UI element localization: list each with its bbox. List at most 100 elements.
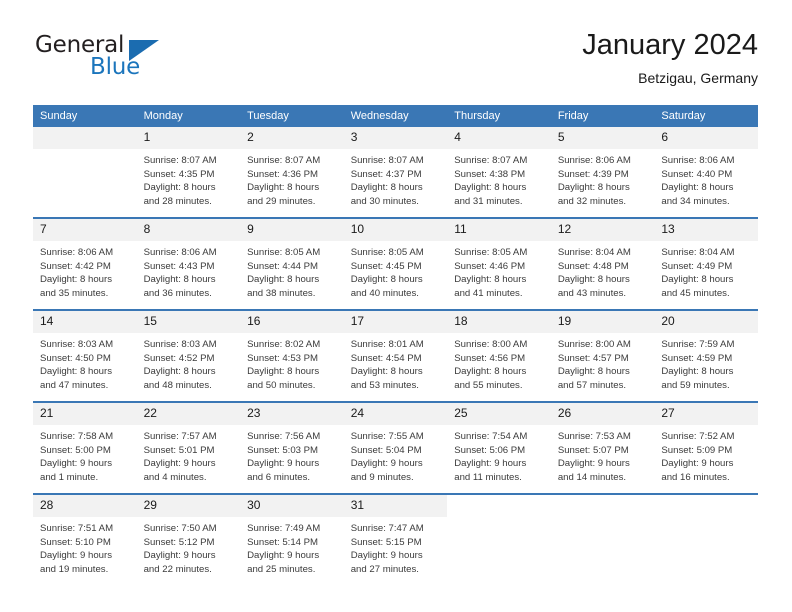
calendar-day-cell[interactable]: 5 Sunrise: 8:06 AM Sunset: 4:39 PM Daylight… xyxy=(550,127,655,218)
daylight-text-line2: and 47 minutes. xyxy=(40,379,109,391)
calendar-week-row: 7 Sunrise: 8:06 AM Sunset: 4:42 PM Daylight… xyxy=(33,217,758,310)
calendar-header-row: Sunday Monday Tuesday Wednesday Thursday Frid… xyxy=(33,105,758,127)
day-number: 6 xyxy=(654,127,758,149)
day-details: Sunrise: 8:06 AM Sunset: 4:43 PM Daylight:… xyxy=(137,241,241,309)
page-title: January 2024 xyxy=(582,29,758,61)
day-details: Sunrise: 8:03 AM Sunset: 4:50 PM Daylight:… xyxy=(33,333,137,401)
sunrise-text: Sunrise: 7:50 AM xyxy=(143,523,217,534)
sunrise-text: Sunrise: 8:03 AM xyxy=(143,339,217,350)
sunset-text: Sunset: 5:10 PM xyxy=(40,536,111,548)
daylight-text-line2: and 30 minutes. xyxy=(350,195,419,207)
sunrise-text: Sunrise: 8:01 AM xyxy=(350,339,424,350)
calendar-day-cell[interactable]: 16 Sunrise: 8:02 AM Sunset: 4:53 PM Dayligh… xyxy=(240,309,344,402)
calendar-day-cell[interactable]: 27 Sunrise: 7:52 AM Sunset: 5:09 PM Dayligh… xyxy=(654,401,758,494)
sunrise-text: Sunrise: 8:05 AM xyxy=(454,247,528,258)
weekday-header-monday: Monday xyxy=(136,105,241,127)
daylight-text-line1: Daylight: 9 hours xyxy=(143,550,216,562)
day-details: Sunrise: 7:56 AM Sunset: 5:03 PM Daylight:… xyxy=(240,425,344,493)
daylight-text-line2: and 55 minutes. xyxy=(454,379,523,391)
daylight-text-line1: Daylight: 9 hours xyxy=(350,458,423,470)
day-number: 18 xyxy=(447,311,551,333)
daylight-text-line2: and 16 minutes. xyxy=(661,471,730,483)
day-details: Sunrise: 7:54 AM Sunset: 5:06 PM Daylight:… xyxy=(447,425,551,493)
calendar-day-cell[interactable]: 10 Sunrise: 8:05 AM Sunset: 4:45 PM Dayligh… xyxy=(343,217,448,310)
day-number xyxy=(447,495,551,517)
day-details: Sunrise: 8:00 AM Sunset: 4:57 PM Daylight:… xyxy=(551,333,655,401)
calendar-day-cell[interactable]: 22 Sunrise: 7:57 AM Sunset: 5:01 PM Dayligh… xyxy=(136,401,241,494)
calendar-day-cell[interactable]: 9 Sunrise: 8:05 AM Sunset: 4:44 PM Daylight… xyxy=(240,217,344,310)
calendar-day-cell[interactable]: 6 Sunrise: 8:06 AM Sunset: 4:40 PM Daylight… xyxy=(654,127,758,218)
daylight-text-line1: Daylight: 8 hours xyxy=(143,274,216,286)
calendar-day-cell[interactable]: 21 Sunrise: 7:58 AM Sunset: 5:00 PM Dayligh… xyxy=(33,401,137,494)
daylight-text-line1: Daylight: 8 hours xyxy=(454,274,527,286)
daylight-text-line2: and 27 minutes. xyxy=(350,563,419,575)
calendar-day-cell[interactable]: 23 Sunrise: 7:56 AM Sunset: 5:03 PM Dayligh… xyxy=(240,401,344,494)
calendar-day-cell[interactable]: 8 Sunrise: 8:06 AM Sunset: 4:43 PM Daylight… xyxy=(136,217,241,310)
calendar-day-cell[interactable]: 26 Sunrise: 7:53 AM Sunset: 5:07 PM Dayligh… xyxy=(550,401,655,494)
daylight-text-line1: Daylight: 8 hours xyxy=(350,182,423,194)
calendar-day-cell[interactable]: 25 Sunrise: 7:54 AM Sunset: 5:06 PM Dayligh… xyxy=(447,401,551,494)
sunrise-text: Sunrise: 8:06 AM xyxy=(40,247,114,258)
daylight-text-line1: Daylight: 9 hours xyxy=(40,550,112,562)
day-number: 5 xyxy=(550,127,655,149)
daylight-text-line2: and 59 minutes. xyxy=(661,379,730,391)
day-details xyxy=(447,517,551,585)
sunset-text: Sunset: 4:59 PM xyxy=(661,352,733,364)
day-details: Sunrise: 8:05 AM Sunset: 4:46 PM Daylight:… xyxy=(447,241,551,309)
daylight-text-line1: Daylight: 8 hours xyxy=(454,182,527,194)
generalblue-logo[interactable]: General Blue xyxy=(33,32,263,88)
calendar-day-cell[interactable]: 18 Sunrise: 8:00 AM Sunset: 4:56 PM Dayligh… xyxy=(447,309,551,402)
daylight-text-line1: Daylight: 8 hours xyxy=(247,366,320,378)
calendar-day-cell[interactable]: 29 Sunrise: 7:50 AM Sunset: 5:12 PM Dayligh… xyxy=(136,493,241,585)
daylight-text-line1: Daylight: 8 hours xyxy=(143,366,216,378)
sunset-text: Sunset: 4:50 PM xyxy=(40,352,111,364)
sunset-text: Sunset: 4:36 PM xyxy=(247,168,319,180)
daylight-text-line2: and 35 minutes. xyxy=(40,287,109,299)
sunrise-text: Sunrise: 7:58 AM xyxy=(40,431,114,442)
day-number: 11 xyxy=(447,219,551,241)
day-details: Sunrise: 8:05 AM Sunset: 4:45 PM Daylight:… xyxy=(344,241,448,309)
calendar-day-cell[interactable]: 1 Sunrise: 8:07 AM Sunset: 4:35 PM Daylight… xyxy=(136,127,241,218)
logo-text-blue: Blue xyxy=(90,54,141,80)
daylight-text-line1: Daylight: 9 hours xyxy=(661,458,734,470)
daylight-text-line1: Daylight: 8 hours xyxy=(350,274,423,286)
day-details: Sunrise: 7:57 AM Sunset: 5:01 PM Daylight:… xyxy=(137,425,241,493)
calendar-day-cell[interactable]: 4 Sunrise: 8:07 AM Sunset: 4:38 PM Daylight… xyxy=(447,127,551,218)
sunset-text: Sunset: 5:15 PM xyxy=(350,536,422,548)
daylight-text-line1: Daylight: 8 hours xyxy=(247,182,320,194)
sunset-text: Sunset: 4:37 PM xyxy=(350,168,422,180)
calendar-day-cell[interactable]: 13 Sunrise: 8:04 AM Sunset: 4:49 PM Dayligh… xyxy=(654,217,758,310)
day-number: 21 xyxy=(33,403,137,425)
sunset-text: Sunset: 4:35 PM xyxy=(143,168,215,180)
sunrise-text: Sunrise: 7:51 AM xyxy=(40,523,114,534)
sunset-text: Sunset: 5:04 PM xyxy=(350,444,422,456)
calendar-day-cell[interactable]: 15 Sunrise: 8:03 AM Sunset: 4:52 PM Dayligh… xyxy=(136,309,241,402)
calendar-day-cell[interactable]: 30 Sunrise: 7:49 AM Sunset: 5:14 PM Dayligh… xyxy=(240,493,344,585)
calendar-day-cell[interactable]: 24 Sunrise: 7:55 AM Sunset: 5:04 PM Dayligh… xyxy=(343,401,448,494)
sunrise-text: Sunrise: 7:53 AM xyxy=(557,431,631,442)
daylight-text-line2: and 38 minutes. xyxy=(247,287,316,299)
daylight-text-line1: Daylight: 9 hours xyxy=(143,458,216,470)
calendar-day-cell[interactable]: 3 Sunrise: 8:07 AM Sunset: 4:37 PM Daylight… xyxy=(343,127,448,218)
calendar-day-cell[interactable]: 31 Sunrise: 7:47 AM Sunset: 5:15 PM Dayligh… xyxy=(343,493,448,585)
day-details: Sunrise: 7:47 AM Sunset: 5:15 PM Daylight:… xyxy=(344,517,448,585)
day-details: Sunrise: 8:06 AM Sunset: 4:40 PM Daylight:… xyxy=(654,149,758,217)
sunset-text: Sunset: 4:52 PM xyxy=(143,352,215,364)
calendar-week-row: 21 Sunrise: 7:58 AM Sunset: 5:00 PM Dayligh… xyxy=(33,401,758,494)
calendar-day-cell[interactable]: 11 Sunrise: 8:05 AM Sunset: 4:46 PM Dayligh… xyxy=(447,217,551,310)
calendar-day-cell[interactable]: 28 Sunrise: 7:51 AM Sunset: 5:10 PM Dayligh… xyxy=(33,493,137,585)
calendar-day-cell[interactable]: 2 Sunrise: 8:07 AM Sunset: 4:36 PM Daylight… xyxy=(240,127,344,218)
calendar-day-cell[interactable]: 19 Sunrise: 8:00 AM Sunset: 4:57 PM Dayligh… xyxy=(550,309,655,402)
calendar-day-cell[interactable]: 20 Sunrise: 7:59 AM Sunset: 4:59 PM Dayligh… xyxy=(654,309,758,402)
calendar-day-cell[interactable]: 14 Sunrise: 8:03 AM Sunset: 4:50 PM Dayligh… xyxy=(33,309,137,402)
day-details: Sunrise: 7:53 AM Sunset: 5:07 PM Daylight:… xyxy=(551,425,655,493)
day-number: 4 xyxy=(447,127,551,149)
day-number: 26 xyxy=(550,403,655,425)
calendar-day-cell[interactable]: 7 Sunrise: 8:06 AM Sunset: 4:42 PM Daylight… xyxy=(33,217,137,310)
calendar-day-cell[interactable]: 17 Sunrise: 8:01 AM Sunset: 4:54 PM Dayligh… xyxy=(343,309,448,402)
day-number xyxy=(33,127,137,149)
day-number: 3 xyxy=(343,127,448,149)
calendar-day-cell[interactable]: 12 Sunrise: 8:04 AM Sunset: 4:48 PM Dayligh… xyxy=(550,217,655,310)
weekday-header-thursday: Thursday xyxy=(447,105,551,127)
daylight-text-line2: and 6 minutes. xyxy=(247,471,311,483)
